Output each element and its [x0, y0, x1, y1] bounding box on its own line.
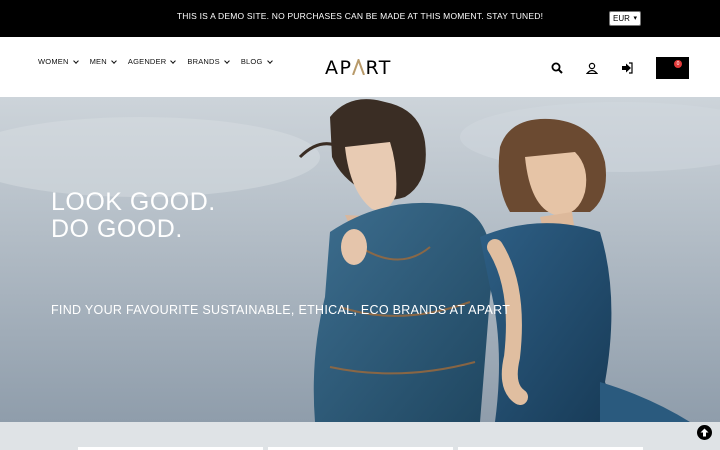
- chevron-down-icon: [111, 57, 117, 64]
- nav-label: BRANDS: [187, 57, 220, 66]
- announcement-bar: THIS IS A DEMO SITE. NO PURCHASES CAN BE…: [0, 0, 720, 37]
- chevron-down-icon: [72, 57, 79, 64]
- chevron-down-icon: [266, 57, 273, 64]
- chevron-down-icon: [170, 57, 177, 64]
- nav-label: AGENDER: [127, 57, 167, 66]
- site-header: WOMEN MEN AGENDER BRANDS BLOG AP RT 0: [0, 37, 720, 97]
- hero-headline-line2: DO GOOD.: [51, 215, 183, 243]
- cart-button[interactable]: 0: [656, 57, 689, 79]
- hero-image: [0, 97, 720, 422]
- nav-item-men[interactable]: MEN: [89, 57, 117, 66]
- login-icon[interactable]: [621, 61, 633, 74]
- logo-accent: [352, 57, 366, 79]
- hero-headline-line1: LOOK GOOD.: [51, 188, 216, 216]
- scroll-top-icon[interactable]: [697, 425, 712, 440]
- currency-select[interactable]: EUR ▾: [609, 11, 641, 26]
- nav-item-blog[interactable]: BLOG: [240, 57, 273, 66]
- nav-label: MEN: [89, 57, 107, 66]
- main-nav: WOMEN MEN AGENDER BRANDS BLOG: [38, 57, 273, 66]
- logo-text-left: AP: [325, 57, 353, 79]
- logo-text-right: RT: [365, 57, 392, 79]
- chevron-down-icon: ▾: [633, 15, 637, 22]
- nav-label: BLOG: [240, 57, 263, 66]
- nav-item-women[interactable]: WOMEN: [38, 57, 79, 66]
- nav-label: WOMEN: [38, 57, 69, 66]
- nav-item-agender[interactable]: AGENDER: [127, 57, 177, 66]
- search-icon[interactable]: [551, 61, 563, 74]
- site-logo[interactable]: AP RT: [325, 57, 392, 79]
- chevron-down-icon: [224, 57, 230, 64]
- nav-item-brands[interactable]: BRANDS: [187, 57, 230, 66]
- hero-banner: LOOK GOOD. DO GOOD. FIND YOUR FAVOURITE …: [0, 97, 720, 422]
- currency-value: EUR: [613, 14, 630, 23]
- section-strip: [0, 422, 720, 450]
- cart-count-badge: 0: [674, 60, 682, 68]
- user-icon[interactable]: [585, 61, 599, 75]
- hero-headline: LOOK GOOD. DO GOOD.: [51, 189, 216, 243]
- hero-subline: FIND YOUR FAVOURITE SUSTAINABLE, ETHICAL…: [51, 303, 511, 317]
